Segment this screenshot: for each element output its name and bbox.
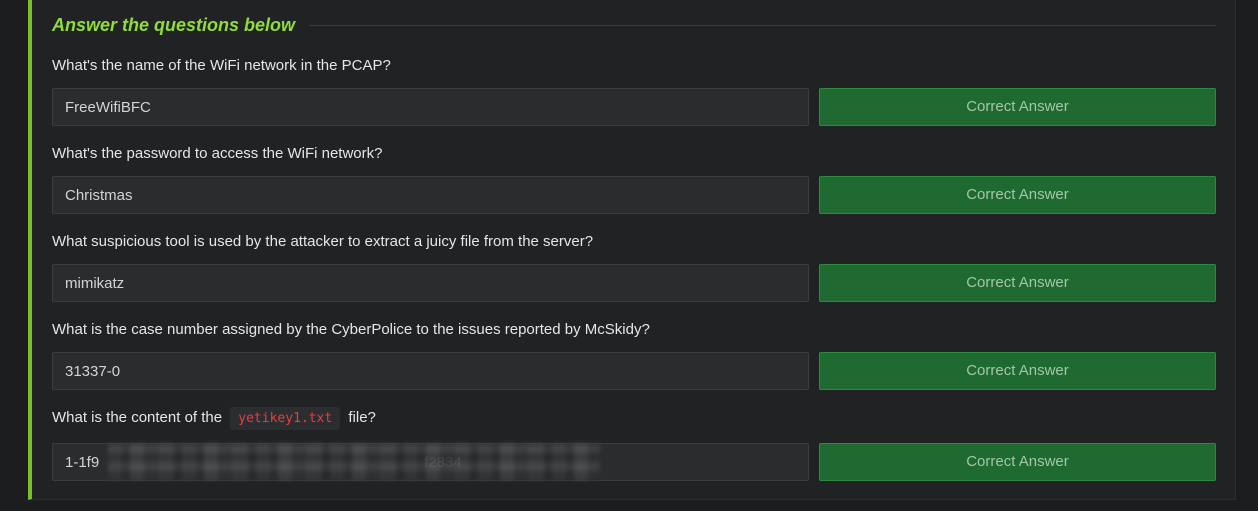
question-1-row: Correct Answer xyxy=(52,88,1216,126)
question-5: What is the content of the yetikey1.txt … xyxy=(52,407,1216,481)
answer-input-3[interactable] xyxy=(52,264,809,302)
correct-answer-button-5[interactable]: Correct Answer xyxy=(819,443,1216,481)
question-4-row: Correct Answer xyxy=(52,352,1216,390)
question-4: What is the case number assigned by the … xyxy=(52,320,1216,390)
correct-answer-button-3[interactable]: Correct Answer xyxy=(819,264,1216,302)
questions-panel: Answer the questions below What's the na… xyxy=(28,0,1236,500)
question-4-label: What is the case number assigned by the … xyxy=(52,321,650,338)
header-divider xyxy=(309,24,1216,26)
question-5-label: What is the content of the yetikey1.txt … xyxy=(52,407,1216,430)
question-5-label-suffix: file? xyxy=(348,409,376,426)
redaction-blur xyxy=(108,444,600,480)
question-3-label: What suspicious tool is used by the atta… xyxy=(52,233,594,250)
question-3: What suspicious tool is used by the atta… xyxy=(52,232,1216,302)
filename-code: yetikey1.txt xyxy=(230,407,341,430)
section-title: Answer the questions below xyxy=(52,14,296,35)
question-2-label: What's the password to access the WiFi n… xyxy=(52,145,383,162)
question-2-row: Correct Answer xyxy=(52,176,1216,214)
answer-input-4[interactable] xyxy=(52,352,809,390)
question-3-row: Correct Answer xyxy=(52,264,1216,302)
question-2: What's the password to access the WiFi n… xyxy=(52,144,1216,214)
question-5-row: Correct Answer xyxy=(52,443,1216,481)
section-header: Answer the questions below xyxy=(52,12,1216,38)
correct-answer-button-1[interactable]: Correct Answer xyxy=(819,88,1216,126)
correct-answer-button-4[interactable]: Correct Answer xyxy=(819,352,1216,390)
question-1-label: What's the name of the WiFi network in t… xyxy=(52,57,391,74)
answer-input-5-wrap xyxy=(52,443,809,481)
answer-input-2[interactable] xyxy=(52,176,809,214)
correct-answer-button-2[interactable]: Correct Answer xyxy=(819,176,1216,214)
answer-input-1[interactable] xyxy=(52,88,809,126)
question-1: What's the name of the WiFi network in t… xyxy=(52,56,1216,126)
question-5-label-prefix: What is the content of the xyxy=(52,409,223,426)
